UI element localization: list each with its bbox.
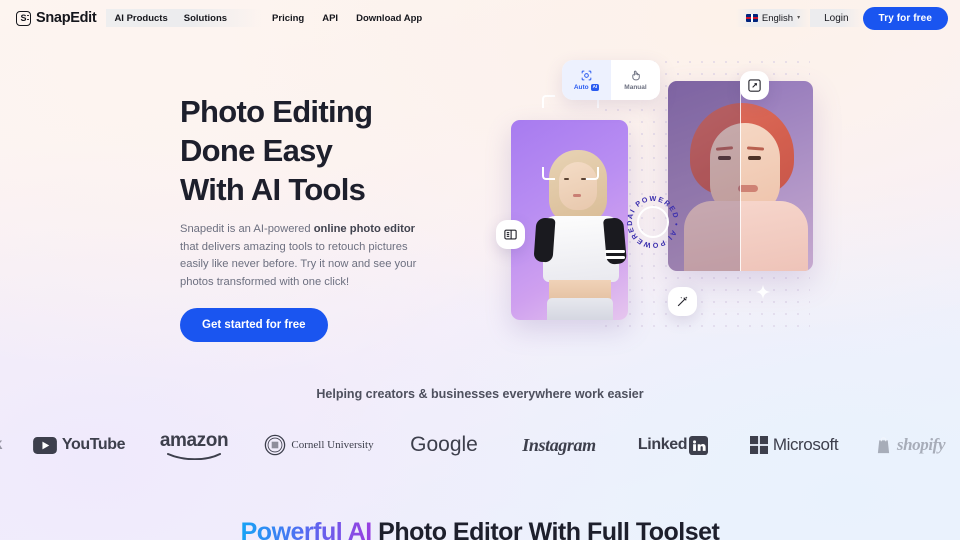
ai-badge-chip: AI <box>590 84 600 91</box>
ai-powered-badge: AI POWERED • AI POWERED • <box>623 187 681 250</box>
microsoft-icon <box>749 436 768 454</box>
secondary-nav: Pricing API Download App <box>263 13 431 24</box>
hero-visual: AI POWERED • AI POWERED • <box>480 44 880 344</box>
brand-label: Tok <box>0 436 2 454</box>
section-heading: Powerful AI Photo Editor With Full Tools… <box>0 518 960 540</box>
brand-label: shopify <box>896 435 946 454</box>
mode-toggle-card: Auto AI Manual <box>562 60 660 100</box>
chevron-down-icon: ▾ <box>797 15 801 21</box>
expand-resize-icon <box>748 79 761 92</box>
get-started-button[interactable]: Get started for free <box>180 308 328 342</box>
before-after-slider[interactable] <box>740 81 742 271</box>
hero-text-block: Photo Editing Done Easy With AI Tools Sn… <box>180 92 480 342</box>
section-heading-rest: Photo Editor With Full Toolset <box>371 518 720 540</box>
site-header: S SnapEdit AI Products Solutions Pricing… <box>0 0 960 36</box>
mode-tab-manual[interactable]: Manual <box>611 60 660 100</box>
hero-desc-pre: Snapedit is an AI-powered <box>180 223 314 235</box>
sparkle-icon <box>755 284 771 300</box>
page-title: Photo Editing Done Easy With AI Tools <box>180 92 480 209</box>
nav-item-download-app[interactable]: Download App <box>347 13 431 24</box>
brand-label: Instagram <box>522 434 596 455</box>
brand-label: YouTube <box>61 436 126 453</box>
brand-label: amazon <box>159 430 229 451</box>
hero-description: Snapedit is an AI-powered online photo e… <box>180 221 432 291</box>
brand-label: Cornell University <box>291 439 374 451</box>
mode-auto-label: Auto AI <box>573 84 600 91</box>
uk-flag-icon <box>745 14 758 22</box>
face-detect-icon <box>581 70 592 81</box>
shopify-icon <box>877 436 890 453</box>
brand-cornell: Cornell University <box>250 434 388 456</box>
snapedit-logo[interactable]: S SnapEdit <box>16 10 97 26</box>
amazon-swoosh-icon <box>167 453 221 460</box>
section-heading-gradient: Powerful AI <box>241 518 373 540</box>
expand-resize-button[interactable] <box>740 71 769 100</box>
badge-ring <box>637 206 669 238</box>
layers-panel-button[interactable] <box>496 220 525 249</box>
magic-wand-button[interactable] <box>668 287 697 316</box>
page-background: S SnapEdit AI Products Solutions Pricing… <box>0 0 960 540</box>
try-for-free-button[interactable]: Try for free <box>862 6 948 30</box>
language-label: English <box>761 12 794 24</box>
nav-item-api[interactable]: API <box>313 13 347 24</box>
header-left: S SnapEdit AI Products Solutions Pricing… <box>0 9 431 27</box>
brand-google: Google <box>388 433 500 457</box>
magic-wand-icon <box>677 296 688 307</box>
layers-panel-icon <box>504 229 517 240</box>
linkedin-icon <box>689 435 709 455</box>
nav-item-ai-products[interactable]: AI Products <box>106 13 175 24</box>
face-focus-bracket <box>542 167 555 180</box>
brand-microsoft: Microsoft <box>728 435 860 455</box>
brand-label: Microsoft <box>772 435 839 454</box>
brand-tiktok: Tok <box>0 436 20 454</box>
brand-label: Linked <box>637 436 688 453</box>
face-focus-bracket <box>586 167 599 180</box>
login-button[interactable]: Login <box>810 9 863 27</box>
headline-line-3: With AI Tools <box>180 172 366 207</box>
primary-nav: AI Products Solutions <box>106 9 262 27</box>
social-proof-tagline: Helping creators & businesses everywhere… <box>316 387 644 401</box>
brand-label: Google <box>410 433 478 456</box>
after-photo-card[interactable] <box>668 81 813 271</box>
cornell-seal-icon <box>265 434 286 456</box>
brand-instagram: Instagram <box>500 435 618 456</box>
hand-pointer-icon <box>632 70 640 81</box>
logo-text: SnapEdit <box>36 10 97 26</box>
brand-amazon: amazon <box>138 430 250 460</box>
mode-manual-label: Manual <box>624 84 647 91</box>
brand-shopify: shopify <box>860 435 960 455</box>
brand-youtube: YouTube <box>20 436 138 454</box>
nav-item-pricing[interactable]: Pricing <box>263 13 313 24</box>
hero-desc-bold: online photo editor <box>313 223 416 235</box>
headline-line-1: Photo Editing <box>180 94 373 129</box>
youtube-icon <box>32 436 57 454</box>
header-right: English ▾ Login Try for free <box>735 6 960 30</box>
nav-item-solutions[interactable]: Solutions <box>176 13 235 24</box>
brand-linkedin: Linked <box>618 435 728 455</box>
mode-tab-auto[interactable]: Auto AI <box>562 60 611 100</box>
snapedit-logo-icon: S <box>16 10 31 26</box>
language-selector[interactable]: English ▾ <box>735 9 811 27</box>
brand-logo-strip: Tok YouTube amazon Cornell University <box>0 425 960 465</box>
hero-desc-post: that delivers amazing tools to retouch p… <box>180 240 417 288</box>
face-focus-bracket <box>542 95 555 108</box>
headline-line-2: Done Easy <box>180 133 333 168</box>
before-photo-card[interactable] <box>511 120 628 320</box>
